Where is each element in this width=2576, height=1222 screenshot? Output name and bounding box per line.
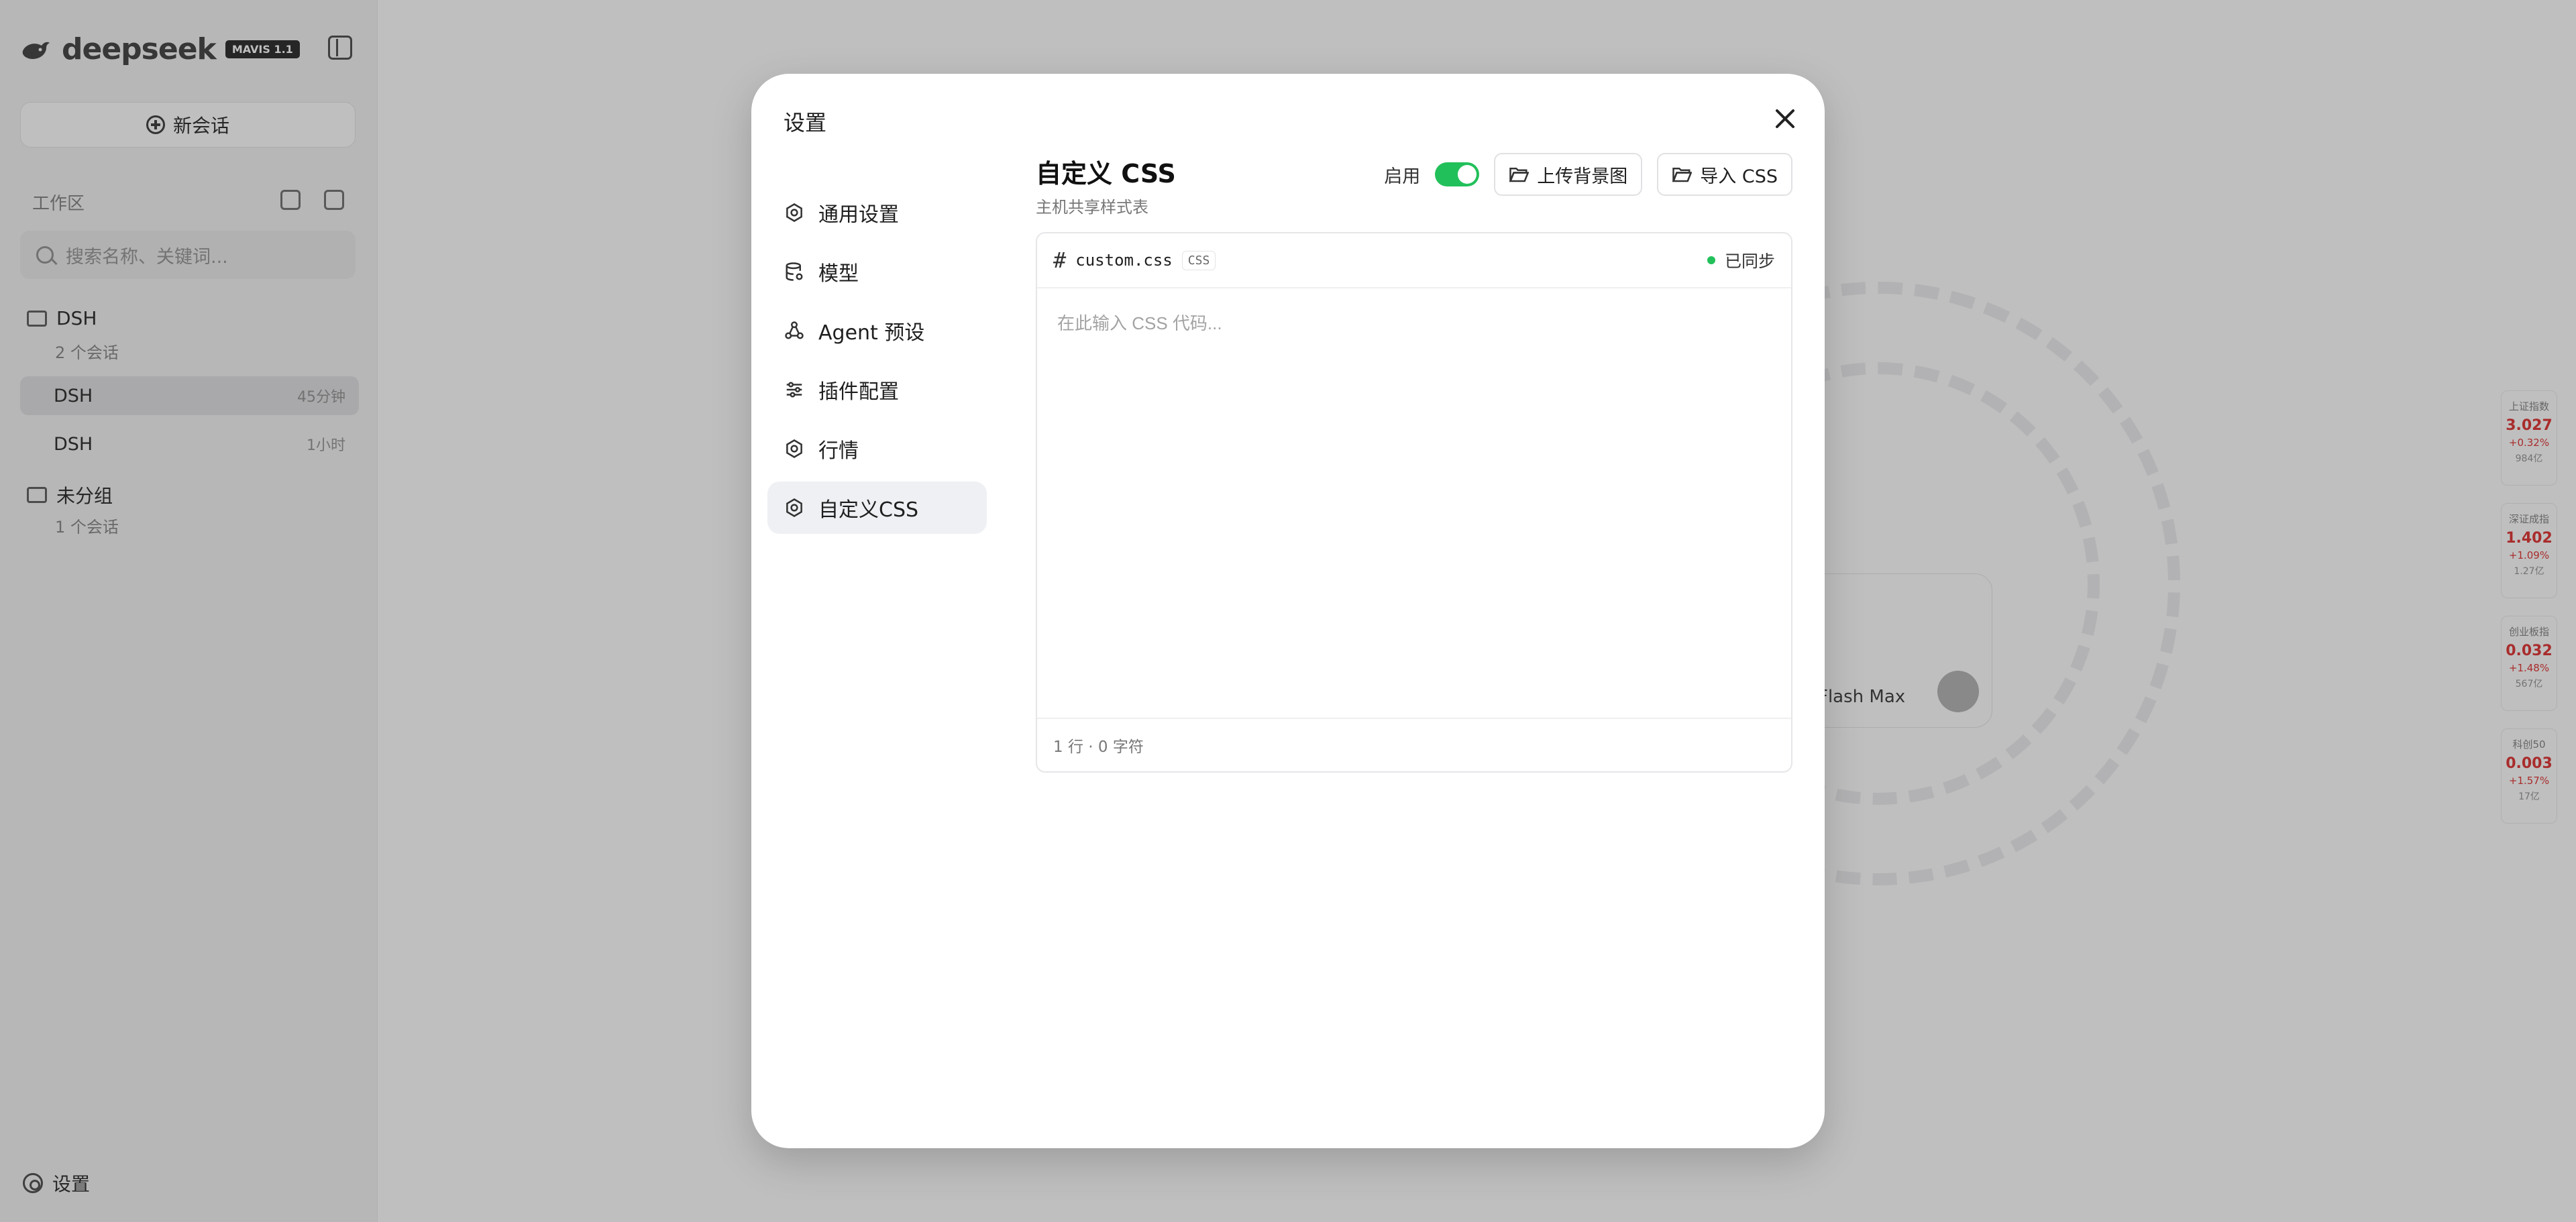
enable-label: 启用 (1384, 166, 1421, 187)
close-icon[interactable] (1774, 107, 1796, 130)
sync-status-label: 已同步 (1724, 252, 1775, 271)
upload-background-button[interactable]: 上传背景图 (1494, 153, 1643, 196)
dialog-title: 设置 (784, 110, 827, 135)
nav-item-label: 自定义CSS (818, 498, 919, 522)
panel-subtitle: 主机共享样式表 (1036, 198, 1148, 217)
nav-item-model[interactable]: 模型 (767, 245, 987, 298)
nav-item-plugins[interactable]: 插件配置 (767, 364, 987, 416)
line-char-count: 1 行 · 0 字符 (1053, 738, 1144, 756)
settings-dialog: 设置 通用设置 模型 Agent 预设 插件配置 行情 自定义CSS 自定义 C… (751, 74, 1825, 1148)
nav-item-market[interactable]: 行情 (767, 423, 987, 475)
nav-item-label: 插件配置 (818, 380, 899, 404)
sync-dot-icon (1707, 256, 1715, 264)
nav-item-label: 行情 (818, 439, 859, 463)
editor-header: # custom.css CSS 已同步 (1037, 233, 1791, 288)
nav-item-label: 模型 (818, 262, 859, 286)
settings-nav: 通用设置 模型 Agent 预设 插件配置 行情 自定义CSS (767, 186, 987, 541)
custom-css-panel: 自定义 CSS 主机共享样式表 启用 上传背景图 导入 CSS (1036, 153, 1792, 217)
import-css-button[interactable]: 导入 CSS (1657, 153, 1792, 196)
sliders-icon (784, 379, 805, 400)
nav-item-label: 通用设置 (818, 203, 899, 227)
hash-icon: # (1053, 247, 1067, 273)
css-code-input[interactable] (1037, 288, 1791, 719)
upload-background-label: 上传背景图 (1537, 166, 1628, 187)
folder-open-icon (1672, 168, 1693, 182)
gear-icon (784, 202, 805, 223)
nav-item-general[interactable]: 通用设置 (767, 186, 987, 239)
editor-status-bar: 1 行 · 0 字符 (1037, 718, 1791, 771)
file-name: custom.css (1075, 251, 1173, 270)
gear-icon (784, 497, 805, 518)
nav-item-label: Agent 预设 (818, 321, 925, 345)
nav-item-agent[interactable]: Agent 预设 (767, 304, 987, 357)
nav-item-custom-css[interactable]: 自定义CSS (767, 482, 987, 534)
gear-icon (784, 438, 805, 459)
css-editor: # custom.css CSS 已同步 1 行 · 0 字符 (1036, 232, 1792, 773)
database-icon (784, 261, 805, 282)
enable-toggle[interactable] (1435, 162, 1480, 186)
language-badge: CSS (1181, 250, 1216, 270)
import-css-label: 导入 CSS (1700, 166, 1778, 187)
sync-status: 已同步 (1707, 248, 1775, 272)
folder-open-icon (1509, 168, 1529, 182)
panel-actions: 启用 上传背景图 导入 CSS (1384, 153, 1792, 196)
agent-icon (784, 320, 805, 341)
